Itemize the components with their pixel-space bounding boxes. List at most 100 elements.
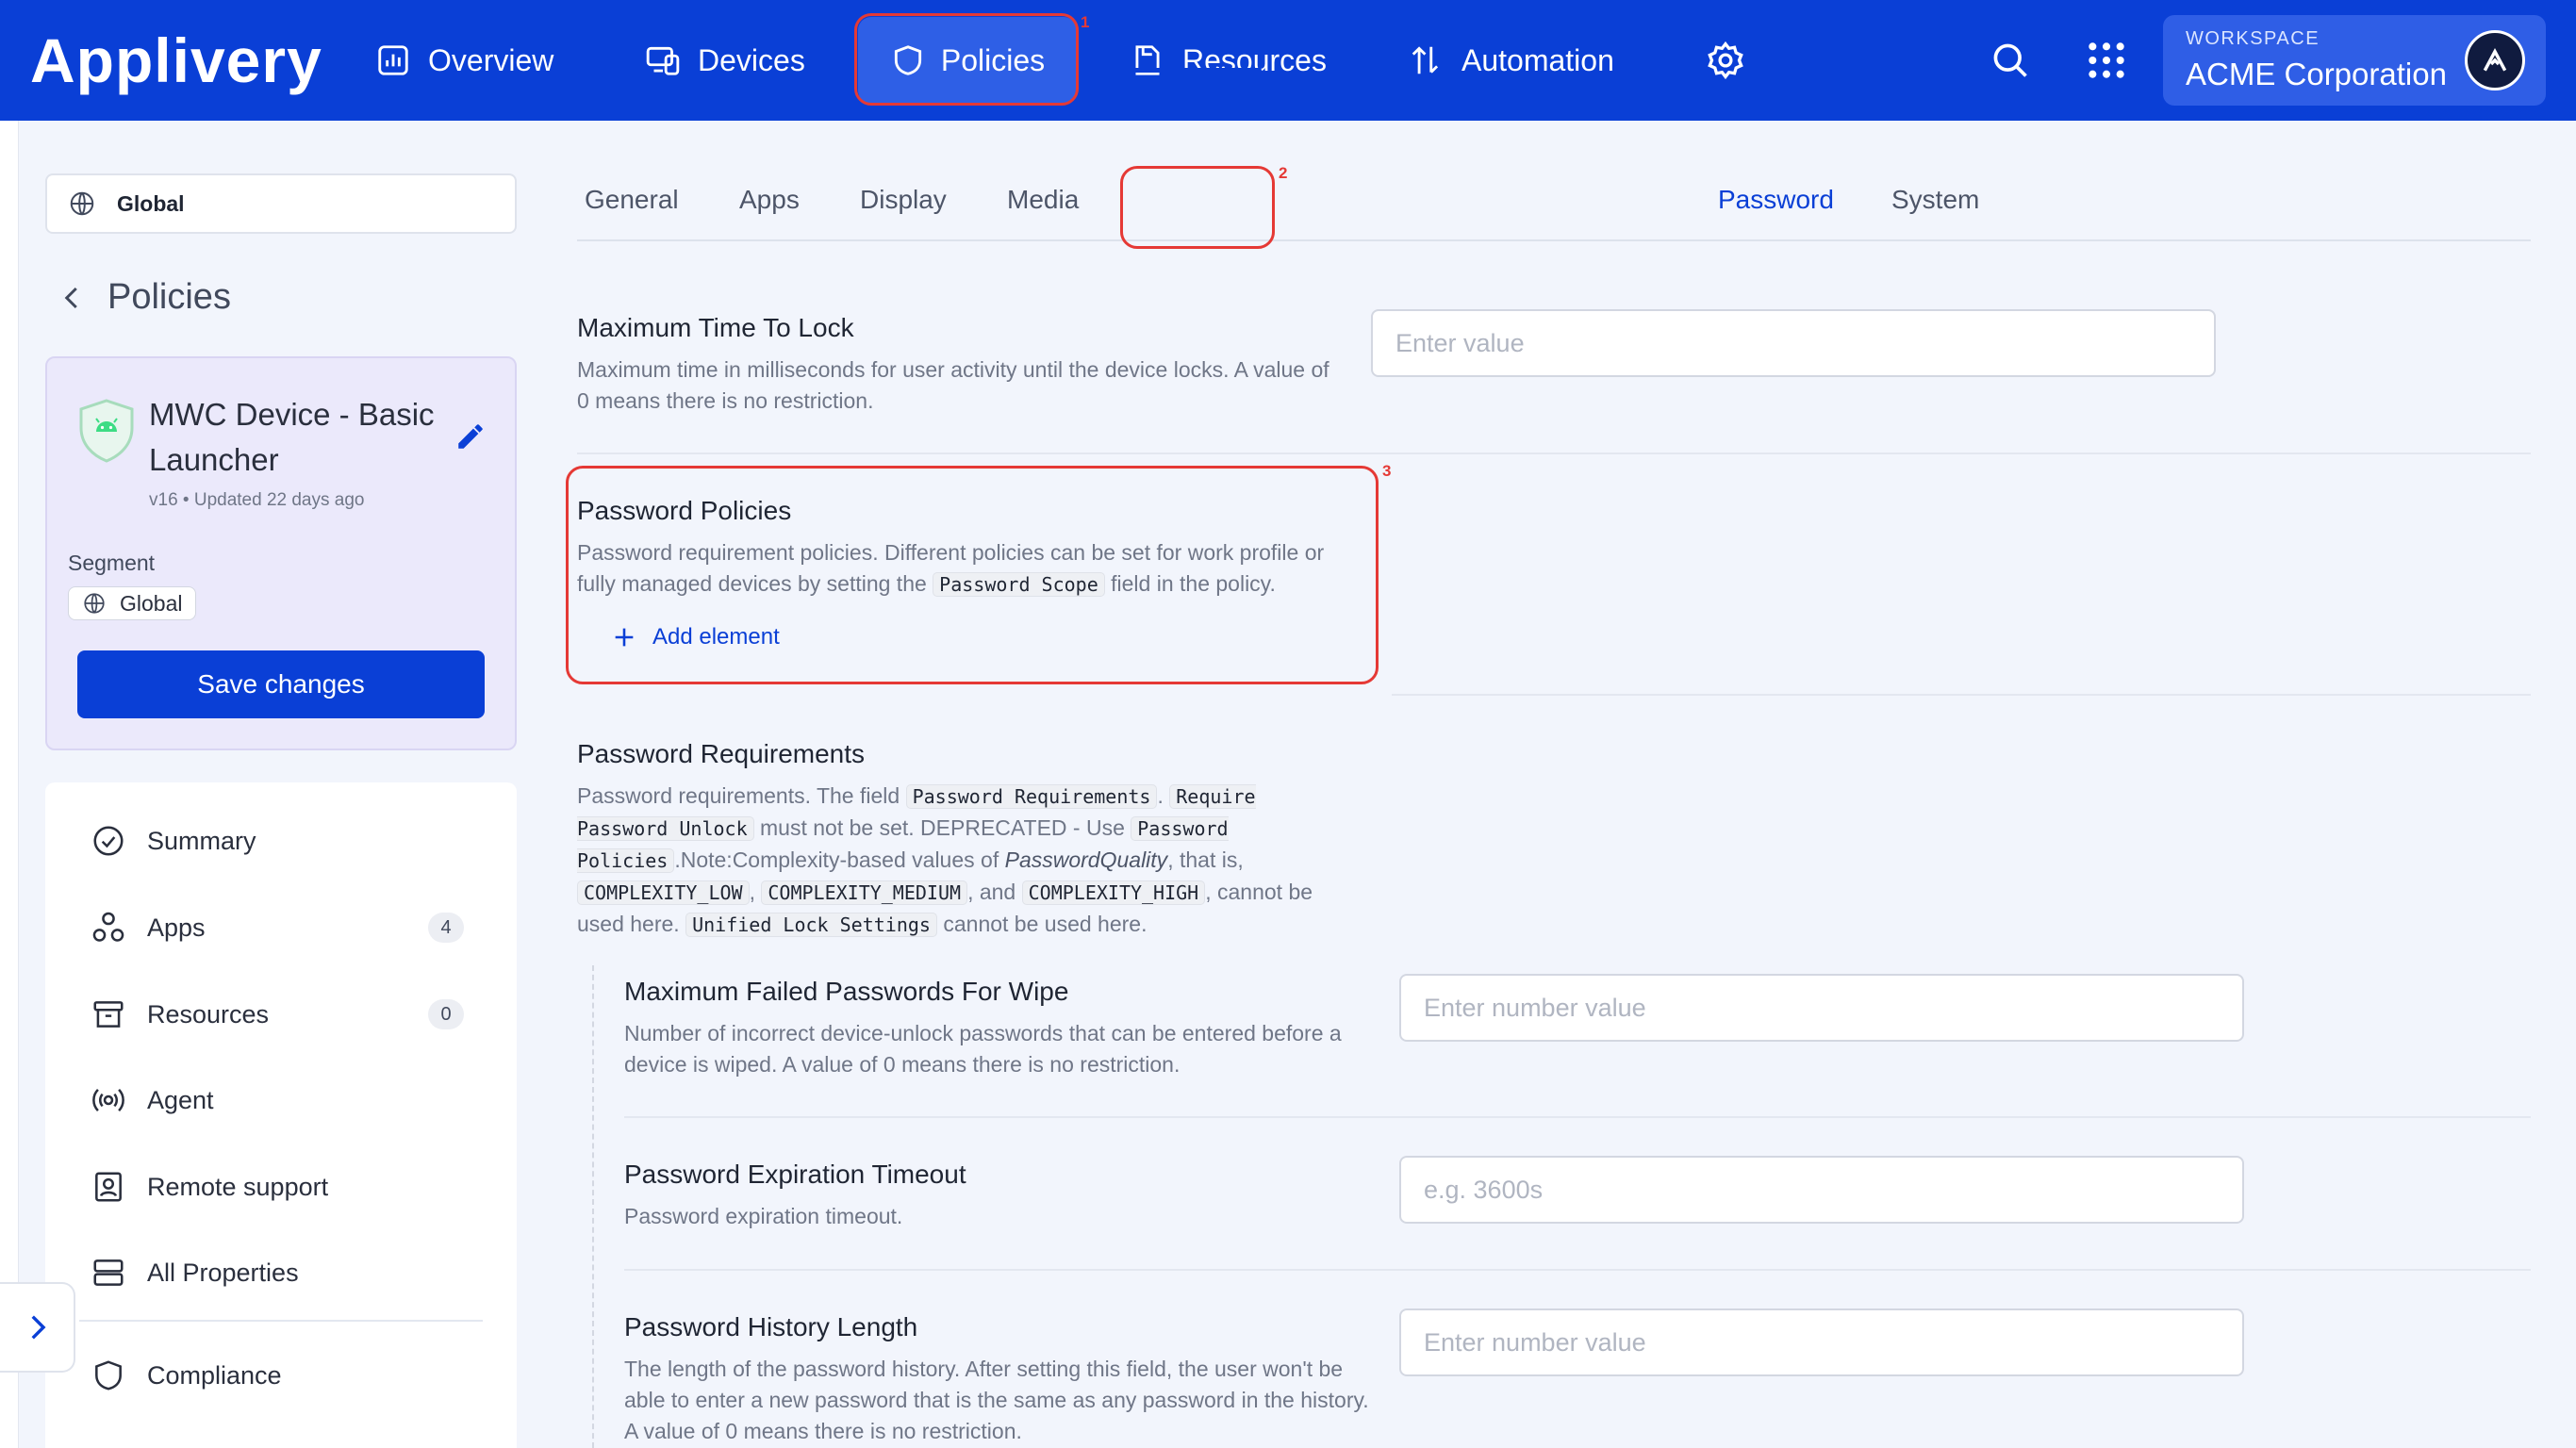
tab-general[interactable]: General <box>585 185 679 215</box>
devices-icon <box>646 46 680 75</box>
max-time-lock-input[interactable]: Enter value <box>1371 309 2216 377</box>
tab-apps[interactable]: Apps <box>739 185 800 215</box>
tab-media[interactable]: Media <box>1007 185 1079 215</box>
password-requirements-title: Password Requirements <box>577 739 866 768</box>
globe-icon <box>70 191 94 216</box>
menu-item-label: Summary <box>147 826 256 855</box>
broadcast-icon <box>92 1089 124 1111</box>
code-unified-lock-settings: Unified Lock Settings <box>685 913 937 937</box>
code-password-scope: Password Scope <box>933 572 1105 597</box>
remote-support-icon <box>95 1172 122 1202</box>
policy-card: MWC Device - Basic Launcher v16 • Update… <box>45 356 517 750</box>
code-password-requirements: Password Requirements <box>905 784 1158 809</box>
max-time-lock-desc: Maximum time in milliseconds for user ac… <box>577 357 1329 413</box>
policy-version-meta: v16 • Updated 22 days ago <box>149 490 365 510</box>
add-element-label: Add element <box>652 624 780 650</box>
field-separator <box>624 1116 2531 1118</box>
workspace-logo-icon <box>2483 47 2507 72</box>
annotation-number-3: 3 <box>1382 462 1392 480</box>
max-failed-desc: Number of incorrect device-unlock passwo… <box>624 1021 1342 1077</box>
tab-display[interactable]: Display <box>860 185 947 215</box>
resources-icon <box>1135 45 1160 75</box>
menu-item-label: Remote support <box>147 1172 329 1201</box>
list-icon <box>93 1259 124 1286</box>
plus-icon <box>615 628 634 647</box>
overview-chart-icon <box>378 45 408 75</box>
field-separator <box>1392 694 2531 696</box>
tab-system[interactable]: System <box>1891 185 1979 215</box>
menu-item-compliance[interactable]: Compliance <box>91 1352 282 1399</box>
nav-automation[interactable]: Automation <box>1409 0 1614 121</box>
apps-grid-icon[interactable] <box>2086 40 2127 81</box>
menu-item-agent[interactable]: Agent <box>91 1077 214 1124</box>
settings-gear-icon[interactable] <box>1705 40 1746 81</box>
history-title: Password History Length <box>624 1312 918 1341</box>
android-shield-icon <box>79 399 134 463</box>
shield-icon <box>95 1360 122 1390</box>
resources-count-badge: 0 <box>428 999 464 1029</box>
edit-pencil-icon[interactable] <box>454 420 487 452</box>
policy-name: MWC Device - Basic Launcher <box>149 397 435 477</box>
nav-resources[interactable]: Resources <box>1130 0 1327 121</box>
desc-text: , that is, <box>1167 847 1244 872</box>
workspace-label: WORKSPACE <box>2186 28 2320 49</box>
max-failed-title: Maximum Failed Passwords For Wipe <box>624 977 1069 1006</box>
desc-text: Password requirements. The field <box>577 783 900 808</box>
max-failed-input[interactable]: Enter number value <box>1399 974 2244 1042</box>
back-policies-label: Policies <box>107 277 231 317</box>
desc-text: . <box>1157 783 1164 808</box>
left-edge-strip <box>0 121 19 1448</box>
annotation-box-2 <box>1120 166 1275 249</box>
sidebar-expand-button[interactable] <box>0 1282 75 1373</box>
menu-item-apps[interactable]: Apps <box>91 904 206 951</box>
tab-password[interactable]: Password <box>1718 185 1834 215</box>
code-complexity-medium: COMPLEXITY_MEDIUM <box>761 880 968 905</box>
nested-group-line <box>592 965 594 1448</box>
automation-icon <box>1412 46 1439 74</box>
expiration-desc: Password expiration timeout. <box>624 1204 903 1228</box>
menu-item-summary[interactable]: Summary <box>91 817 256 864</box>
menu-item-resources[interactable]: Resources <box>91 991 269 1038</box>
applivery-logo[interactable]: Applivery <box>30 25 322 96</box>
menu-item-label: Apps <box>147 913 206 942</box>
apps-icon <box>92 912 124 942</box>
nav-overview[interactable]: Overview <box>375 0 553 121</box>
history-desc: The length of the password history. Afte… <box>624 1357 1369 1443</box>
code-complexity-high: COMPLEXITY_HIGH <box>1021 880 1206 905</box>
field-separator <box>624 1269 2531 1271</box>
field-separator <box>577 452 2531 454</box>
segment-select[interactable]: Global <box>45 173 517 234</box>
segment-select-label: Global <box>117 190 185 216</box>
segment-label: Segment <box>68 551 156 575</box>
nav-devices-label: Devices <box>698 42 805 77</box>
annotation-number-1: 1 <box>1081 13 1090 31</box>
check-circle-icon <box>93 826 124 856</box>
desc-text: field in the policy. <box>1111 571 1276 596</box>
menu-item-label: Compliance <box>147 1360 282 1390</box>
search-icon[interactable] <box>1990 40 2031 81</box>
workspace-switcher[interactable]: WORKSPACE ACME Corporation <box>2163 15 2546 106</box>
segment-chip: Global <box>68 586 197 620</box>
menu-item-remote-support[interactable]: Remote support <box>91 1163 328 1210</box>
back-to-policies[interactable]: Policies <box>58 277 231 318</box>
workspace-avatar[interactable] <box>2465 30 2525 90</box>
desc-text: must not be set. DEPRECATED - Use <box>760 815 1125 840</box>
add-element-button[interactable]: Add element <box>611 624 780 650</box>
desc-text: , and <box>967 880 1016 904</box>
nav-devices[interactable]: Devices <box>645 0 805 121</box>
annotation-number-2: 2 <box>1279 164 1288 182</box>
history-input[interactable]: Enter number value <box>1399 1308 2244 1376</box>
policy-tabs: General Apps Display Media Password Syst… <box>577 166 2531 241</box>
expiration-title: Password Expiration Timeout <box>624 1160 966 1189</box>
menu-item-all-properties[interactable]: All Properties <box>91 1249 299 1296</box>
desc-text: .Note:Complexity-based values of <box>674 847 999 872</box>
nav-overview-label: Overview <box>428 42 554 77</box>
desc-text: , <box>749 880 755 904</box>
save-changes-button[interactable]: Save changes <box>77 650 485 718</box>
expiration-input[interactable]: e.g. 3600s <box>1399 1156 2244 1224</box>
password-policies-desc: Password requirement policies. Different… <box>577 537 1331 601</box>
workspace-name: ACME Corporation <box>2186 57 2447 91</box>
globe-icon <box>84 593 105 614</box>
nav-automation-label: Automation <box>1461 42 1614 77</box>
apps-count-badge: 4 <box>428 913 464 943</box>
